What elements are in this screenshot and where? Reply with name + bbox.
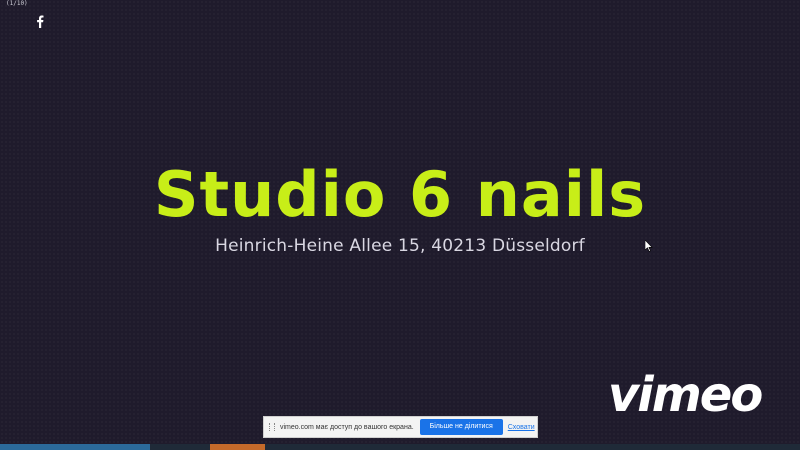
- stop-sharing-button[interactable]: Більше не ділитися: [419, 419, 503, 435]
- taskbar-fill: [265, 444, 800, 450]
- vimeo-logo[interactable]: vimeo: [608, 365, 763, 425]
- taskbar-item[interactable]: [0, 444, 150, 450]
- hero: Studio 6 nails Heinrich-Heine Allee 15, …: [0, 158, 800, 256]
- drag-handle-icon[interactable]: [269, 423, 275, 431]
- screen-share-bar: vimeo.com має доступ до вашого екрана. Б…: [263, 416, 538, 438]
- mouse-cursor-icon: [645, 240, 653, 252]
- corner-tag: (1/10): [6, 0, 28, 7]
- taskbar: [0, 444, 800, 450]
- facebook-icon[interactable]: [34, 14, 46, 28]
- taskbar-item[interactable]: [150, 444, 210, 450]
- taskbar-item[interactable]: [210, 444, 265, 450]
- video-frame[interactable]: (1/10) Studio 6 nails Heinrich-Heine All…: [0, 0, 800, 450]
- hide-link[interactable]: Сховати: [508, 424, 535, 431]
- share-message: vimeo.com має доступ до вашого екрана.: [280, 423, 414, 431]
- address-text: Heinrich-Heine Allee 15, 40213 Düsseldor…: [215, 236, 585, 256]
- page-title: Studio 6 nails: [153, 158, 647, 231]
